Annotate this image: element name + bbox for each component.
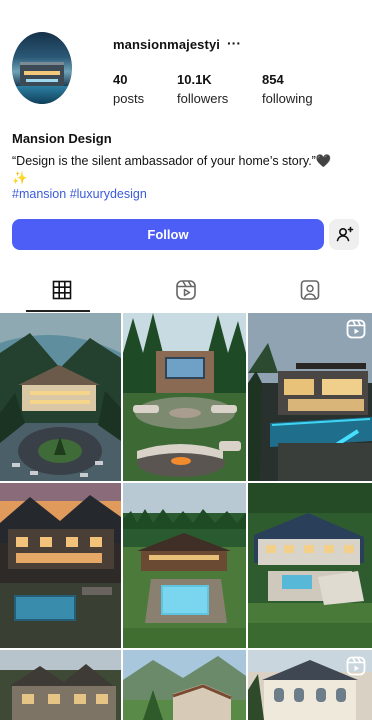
post-image xyxy=(123,483,246,648)
profile-header: mansionmajestyi ··· 40 posts 10.1K follo… xyxy=(0,0,372,312)
posts-count: 40 xyxy=(113,72,128,87)
tab-tagged[interactable] xyxy=(248,268,372,312)
reel-icon xyxy=(346,656,366,676)
active-tab-indicator xyxy=(26,310,90,312)
post-thumbnail[interactable] xyxy=(248,313,372,481)
tagged-person-icon xyxy=(300,280,320,300)
post-thumbnail[interactable] xyxy=(248,650,372,720)
follow-button[interactable]: Follow xyxy=(12,219,324,250)
post-thumbnail[interactable] xyxy=(123,650,246,720)
profile-username: mansionmajestyi xyxy=(113,37,220,52)
followers-count: 10.1K xyxy=(177,72,212,87)
profile-hashtags: #mansion #luxurydesign xyxy=(12,187,147,201)
post-thumbnail[interactable] xyxy=(0,650,121,720)
post-image xyxy=(123,313,246,481)
reel-icon xyxy=(346,319,366,339)
suggested-accounts-button[interactable] xyxy=(329,219,359,250)
post-image xyxy=(0,483,121,648)
tab-posts[interactable] xyxy=(0,268,124,312)
tab-reels[interactable] xyxy=(124,268,248,312)
add-person-icon xyxy=(336,226,354,242)
post-thumbnail[interactable] xyxy=(123,313,246,481)
profile-tabs xyxy=(0,268,372,312)
post-thumbnail[interactable] xyxy=(0,313,121,481)
post-image xyxy=(248,483,372,648)
grid-icon xyxy=(52,280,72,300)
hashtag-link[interactable]: #mansion xyxy=(12,187,66,201)
following-count: 854 xyxy=(262,72,284,87)
post-thumbnail[interactable] xyxy=(248,483,372,648)
followers-label: followers xyxy=(177,91,229,106)
following-stat[interactable]: 854 following xyxy=(262,72,313,106)
post-image xyxy=(0,313,121,481)
following-label: following xyxy=(262,91,313,106)
posts-stat: 40 posts xyxy=(113,72,144,106)
posts-label: posts xyxy=(113,91,145,106)
profile-display-name: Mansion Design xyxy=(12,131,112,146)
profile-bio: “Design is the silent ambassador of your… xyxy=(12,154,332,185)
post-thumbnail[interactable] xyxy=(123,483,246,648)
post-image xyxy=(0,650,121,720)
posts-grid xyxy=(0,313,372,720)
followers-stat[interactable]: 10.1K followers xyxy=(177,72,228,106)
more-options-icon[interactable]: ··· xyxy=(227,35,241,51)
post-thumbnail[interactable] xyxy=(0,483,121,648)
reels-icon xyxy=(176,280,196,300)
hashtag-link[interactable]: #luxurydesign xyxy=(70,187,147,201)
profile-avatar[interactable] xyxy=(12,32,72,104)
post-image xyxy=(123,650,246,720)
